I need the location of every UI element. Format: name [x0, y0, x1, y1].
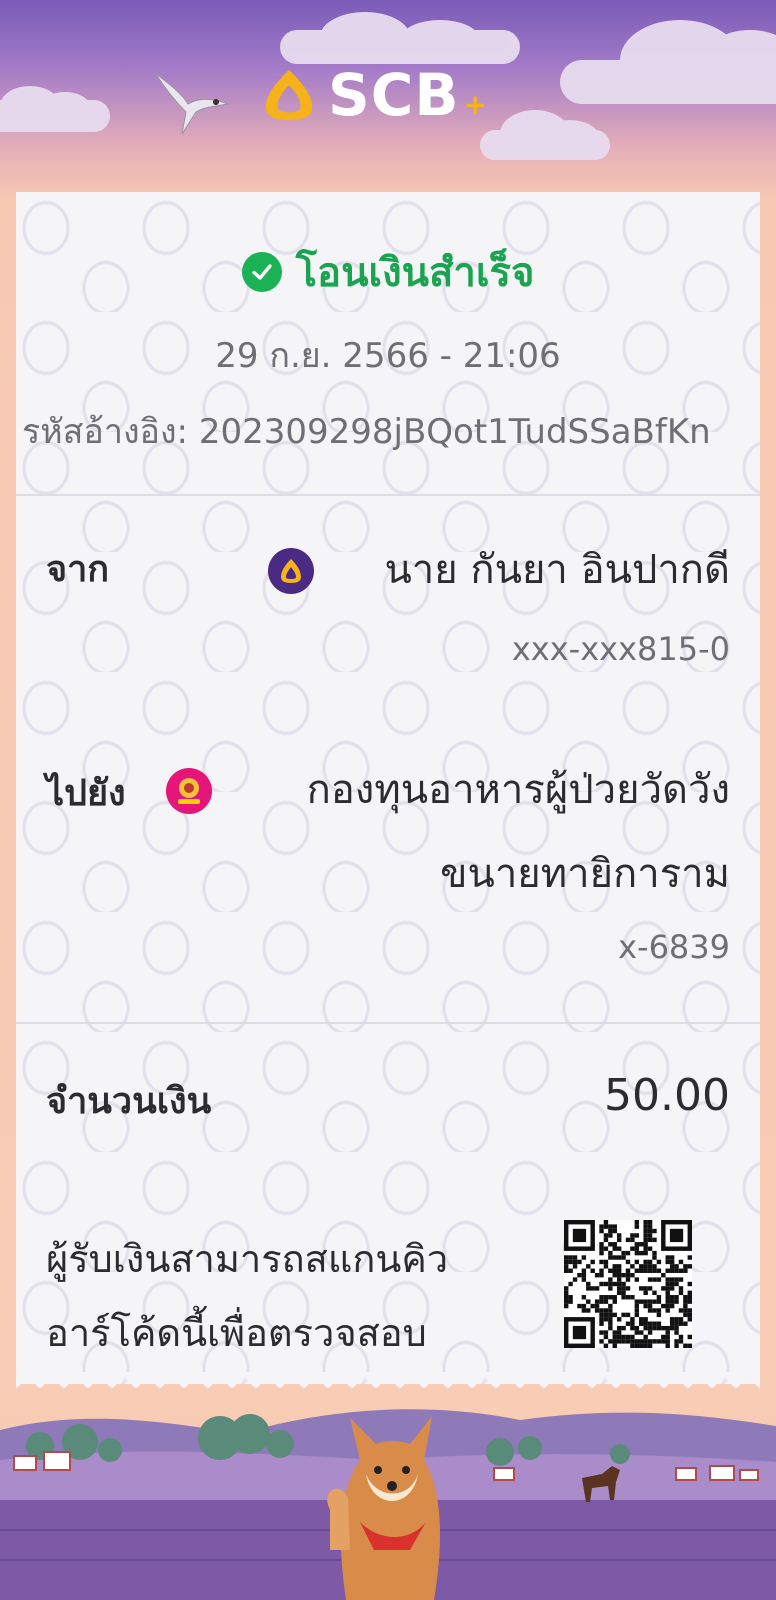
brand-plus: + [463, 87, 488, 121]
header-banner: SCB + [0, 0, 776, 200]
verification-qr-code[interactable] [564, 1220, 692, 1348]
transaction-datetime: 29 ก.ย. 2566 - 21:06 [215, 336, 561, 376]
sender-account: xxx-xxx815-0 [511, 630, 730, 668]
status-text: โอนเงินสำเร็จ [295, 250, 535, 296]
amount-label: จำนวนเงิน [46, 1081, 212, 1122]
check-circle-icon [241, 252, 282, 292]
status-header: โอนเงินสำเร็จ [16, 240, 760, 304]
reference-number: รหัสอ้างอิง: 202309298jBQot1TudSSaBfKn [22, 412, 711, 452]
sender-name: นาย กันยา อินปากดี [384, 547, 730, 593]
divider [16, 1022, 760, 1024]
scb-emblem-icon [265, 69, 313, 121]
cloud-decoration [480, 110, 610, 160]
lavender-field-illustration [0, 1409, 776, 1600]
gsb-bank-icon [166, 768, 212, 814]
from-label: จาก [46, 549, 110, 590]
to-label: ไปยัง [46, 773, 126, 814]
scb-logo: SCB + [260, 62, 487, 128]
qr-note-line1: ผู้รับเงินสามารถสแกนคิว [46, 1237, 449, 1281]
qr-note-line2: อาร์โค้ดนี้เพื่อตรวจสอบ [46, 1311, 427, 1355]
scb-bank-icon [268, 548, 314, 594]
recipient-name-line1: กองทุนอาหารผู้ป่วยวัดวัง [306, 767, 730, 813]
bird-icon [155, 73, 229, 135]
divider [16, 494, 760, 496]
brand-name: SCB [328, 61, 460, 129]
amount-value: 50.00 [604, 1070, 730, 1121]
transfer-receipt: โอนเงินสำเร็จ 29 ก.ย. 2566 - 21:06 รหัสอ… [16, 192, 760, 1384]
qr-verify-note: ผู้รับเงินสามารถสแกนคิว อาร์โค้ดนี้เพื่อ… [46, 1222, 526, 1370]
cloud-decoration [560, 20, 776, 104]
cloud-decoration [280, 12, 520, 64]
recipient-account: x-6839 [618, 928, 730, 966]
cloud-decoration [0, 86, 110, 132]
recipient-name-line2: ขนายทายิการาม [440, 851, 730, 897]
